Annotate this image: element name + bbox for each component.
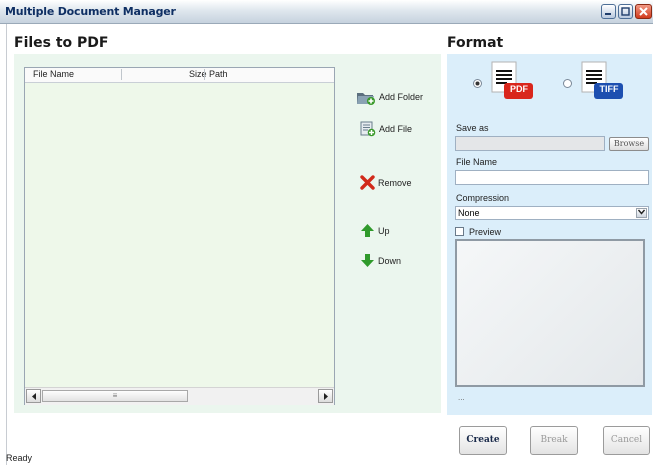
move-down-button[interactable]: Down — [360, 253, 401, 268]
save-as-label: Save as — [456, 123, 489, 133]
scroll-left-button[interactable] — [26, 389, 41, 403]
maximize-icon — [621, 7, 630, 16]
column-divider[interactable] — [121, 69, 122, 80]
scroll-right-button[interactable] — [318, 389, 333, 403]
file-list-table[interactable]: File Name Size Path ≡ — [24, 67, 335, 405]
arrow-down-icon — [361, 254, 374, 267]
maximize-button[interactable] — [618, 4, 633, 19]
preview-pane — [455, 239, 645, 387]
down-label: Down — [378, 255, 402, 266]
tiff-radio[interactable] — [563, 79, 572, 88]
pdf-radio[interactable] — [473, 79, 482, 88]
format-section-title: Format — [447, 35, 504, 51]
column-header-file-name[interactable]: File Name — [33, 69, 74, 79]
title-bar: Multiple Document Manager — [0, 0, 653, 24]
create-button[interactable]: Create — [459, 426, 507, 455]
column-divider[interactable] — [204, 69, 205, 80]
arrow-up-icon — [361, 224, 374, 237]
preview-label: Preview — [469, 227, 502, 237]
add-file-label: Add File — [379, 124, 413, 134]
horizontal-scrollbar[interactable]: ≡ — [25, 387, 334, 405]
folder-add-icon — [357, 93, 375, 105]
file-name-input[interactable] — [455, 170, 649, 185]
tiff-format-option[interactable]: TIFF — [579, 61, 625, 101]
preview-page-indicator: ... — [458, 393, 465, 402]
add-folder-button[interactable]: Add Folder — [356, 89, 423, 105]
table-header: File Name Size Path — [25, 68, 334, 83]
close-icon — [639, 7, 648, 16]
pdf-label: PDF — [510, 84, 528, 94]
dropdown-button[interactable] — [636, 208, 647, 218]
move-up-button[interactable]: Up — [360, 223, 390, 238]
pdf-format-option[interactable]: PDF — [489, 61, 535, 101]
minimize-icon — [605, 13, 611, 15]
cancel-button[interactable]: Cancel — [603, 426, 650, 455]
tiff-label: TIFF — [599, 84, 619, 94]
arrow-left-icon — [31, 392, 36, 400]
close-button[interactable] — [635, 4, 652, 19]
arrow-right-icon — [323, 392, 328, 400]
compression-label: Compression — [456, 193, 510, 203]
remove-label: Remove — [378, 177, 412, 188]
radio-dot-icon — [475, 81, 480, 86]
file-name-label: File Name — [456, 157, 498, 167]
add-file-button[interactable]: Add File — [360, 121, 412, 137]
window-title: Multiple Document Manager — [5, 5, 176, 18]
status-text: Ready — [6, 453, 33, 463]
window-left-edge — [6, 24, 7, 465]
files-section-title: Files to PDF — [14, 35, 109, 51]
compression-value: None — [458, 208, 480, 218]
pdf-document-icon — [491, 61, 533, 99]
scroll-thumb[interactable]: ≡ — [42, 390, 188, 402]
remove-x-icon — [360, 175, 375, 190]
browse-button[interactable]: Browse — [609, 137, 649, 151]
preview-checkbox[interactable] — [455, 227, 464, 236]
chevron-down-icon — [637, 209, 646, 215]
tiff-document-icon — [581, 61, 623, 99]
compression-select[interactable]: None — [455, 206, 649, 220]
add-folder-label: Add Folder — [379, 92, 424, 102]
file-add-icon — [360, 121, 376, 137]
remove-button[interactable]: Remove — [360, 175, 412, 190]
save-as-field[interactable] — [455, 136, 605, 151]
break-button[interactable]: Break — [530, 426, 578, 455]
up-label: Up — [378, 225, 390, 236]
column-header-path[interactable]: Path — [209, 69, 228, 79]
minimize-button[interactable] — [601, 4, 616, 19]
